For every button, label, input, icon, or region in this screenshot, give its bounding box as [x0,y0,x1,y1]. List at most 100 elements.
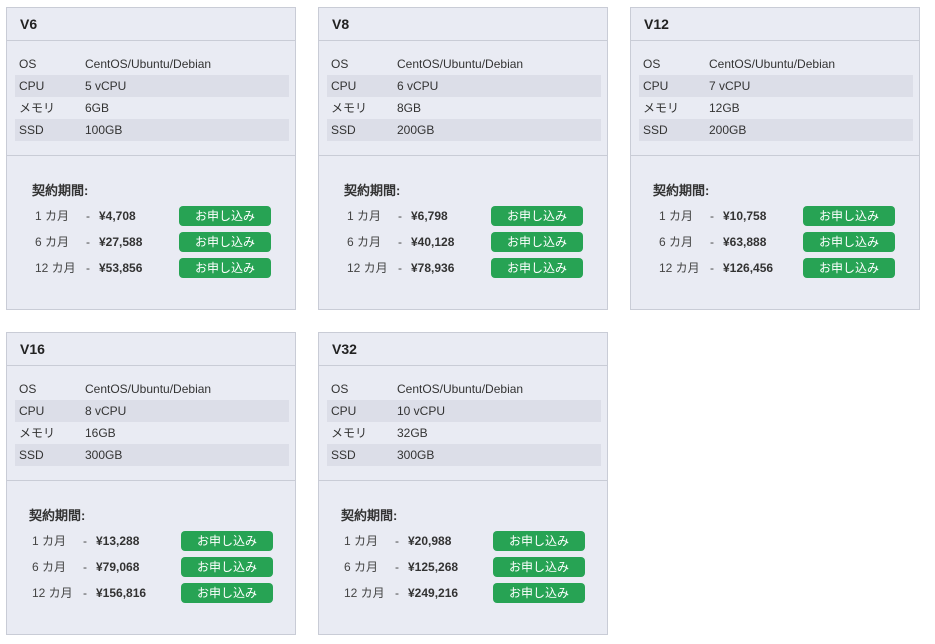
spec-value: 300GB [85,448,123,462]
spec-label: メモリ [331,426,368,440]
term-label: 1 カ月 [347,209,382,223]
price-value: ¥13,288 [96,534,140,548]
spec-value: 5 vCPU [85,79,127,93]
term-label: 6 カ月 [32,560,67,574]
price-value: ¥4,708 [99,209,136,223]
spec-label: SSD [19,123,44,137]
price-value: ¥79,068 [96,560,140,574]
spec-label: CPU [331,79,357,93]
plan-card-v16: V16 OS CentOS/Ubuntu/Debian CPU 8 vCPU メ… [6,332,296,635]
term-label: 6 カ月 [35,235,70,249]
apply-button[interactable]: お申し込み [179,206,271,226]
term-label: 1 カ月 [344,534,379,548]
apply-button[interactable]: お申し込み [803,206,895,226]
spec-label: SSD [19,448,44,462]
spec-row-os: OS CentOS/Ubuntu/Debian [327,53,601,75]
spec-label: SSD [643,123,668,137]
price-value: ¥27,588 [99,235,143,249]
spec-value: 6 vCPU [397,79,439,93]
price-value: ¥10,758 [723,209,767,223]
term-label: 12 カ月 [35,261,76,275]
spec-row-memory: メモリ 8GB [327,97,601,119]
price-value: ¥156,816 [96,586,147,600]
spec-value: CentOS/Ubuntu/Debian [85,57,212,71]
apply-button[interactable]: お申し込み [179,258,271,278]
spec-label: OS [643,57,661,71]
contract-period-title: 契約期間: [344,183,401,198]
apply-button[interactable]: お申し込み [181,557,273,577]
spec-label: SSD [331,448,356,462]
apply-button[interactable]: お申し込み [493,531,585,551]
price-row: 12 カ月 - ¥249,216 お申し込み [344,583,594,603]
spec-value: 6GB [85,101,110,115]
spec-row-memory: メモリ 6GB [15,97,289,119]
price-value: ¥6,798 [411,209,448,223]
price-row: 12 カ月 - ¥53,856 お申し込み [35,258,285,278]
spec-row-ssd: SSD 200GB [327,119,601,141]
spec-value: 32GB [397,426,428,440]
apply-button[interactable]: お申し込み [179,232,271,252]
separator-dash: - [395,534,399,548]
separator-dash: - [398,261,402,275]
spec-value: 100GB [85,123,123,137]
price-value: ¥40,128 [411,235,455,249]
term-label: 1 カ月 [659,209,694,223]
spec-row-memory: メモリ 32GB [327,422,601,444]
price-value: ¥20,988 [408,534,452,548]
plan-card-v8: V8 OS CentOS/Ubuntu/Debian CPU 6 vCPU メモ… [318,7,608,310]
contract-period-title: 契約期間: [32,183,89,198]
separator-dash: - [86,235,90,249]
spec-label: CPU [643,79,669,93]
spec-row-ssd: SSD 300GB [15,444,289,466]
price-row: 1 カ月 - ¥6,798 お申し込み [347,206,597,226]
term-label: 12 カ月 [344,586,385,600]
spec-value: 16GB [85,426,116,440]
plan-card-v32: V32 OS CentOS/Ubuntu/Debian CPU 10 vCPU … [318,332,608,635]
apply-button[interactable]: お申し込み [181,531,273,551]
apply-button[interactable]: お申し込み [491,258,583,278]
price-value: ¥63,888 [723,235,767,249]
separator-dash: - [83,560,87,574]
separator-dash: - [83,586,87,600]
apply-button[interactable]: お申し込み [491,232,583,252]
spec-row-ssd: SSD 100GB [15,119,289,141]
price-row: 6 カ月 - ¥40,128 お申し込み [347,232,597,252]
spec-row-os: OS CentOS/Ubuntu/Debian [15,53,289,75]
spec-row-os: OS CentOS/Ubuntu/Debian [15,378,289,400]
apply-button[interactable]: お申し込み [493,557,585,577]
separator-dash: - [710,235,714,249]
spec-table: OS CentOS/Ubuntu/Debian CPU 8 vCPU メモリ 1… [7,366,295,481]
spec-label: メモリ [19,101,56,115]
spec-row-cpu: CPU 7 vCPU [639,75,913,97]
spec-value: 200GB [397,123,435,137]
spec-value: 10 vCPU [397,404,446,418]
price-row: 1 カ月 - ¥20,988 お申し込み [344,531,594,551]
plan-card-v6: V6 OS CentOS/Ubuntu/Debian CPU 5 vCPU メモ… [6,7,296,310]
spec-table: OS CentOS/Ubuntu/Debian CPU 5 vCPU メモリ 6… [7,41,295,156]
apply-button[interactable]: お申し込み [493,583,585,603]
separator-dash: - [395,586,399,600]
price-row: 6 カ月 - ¥63,888 お申し込み [659,232,909,252]
spec-table: OS CentOS/Ubuntu/Debian CPU 10 vCPU メモリ … [319,366,607,481]
price-row: 1 カ月 - ¥4,708 お申し込み [35,206,285,226]
spec-label: SSD [331,123,356,137]
term-label: 1 カ月 [32,534,67,548]
apply-button[interactable]: お申し込み [491,206,583,226]
apply-button[interactable]: お申し込み [803,232,895,252]
spec-value: 8 vCPU [85,404,127,418]
price-row: 6 カ月 - ¥125,268 お申し込み [344,557,594,577]
spec-row-os: OS CentOS/Ubuntu/Debian [327,378,601,400]
price-row: 12 カ月 - ¥126,456 お申し込み [659,258,909,278]
price-value: ¥126,456 [723,261,774,275]
spec-table: OS CentOS/Ubuntu/Debian CPU 6 vCPU メモリ 8… [319,41,607,156]
term-label: 6 カ月 [347,235,382,249]
price-row: 12 カ月 - ¥78,936 お申し込み [347,258,597,278]
apply-button[interactable]: お申し込み [181,583,273,603]
term-label: 12 カ月 [347,261,388,275]
price-row: 12 カ月 - ¥156,816 お申し込み [32,583,282,603]
apply-button[interactable]: お申し込み [803,258,895,278]
price-row: 6 カ月 - ¥79,068 お申し込み [32,557,282,577]
price-value: ¥78,936 [411,261,455,275]
plan-name: V6 [7,8,295,41]
spec-value: CentOS/Ubuntu/Debian [397,57,524,71]
